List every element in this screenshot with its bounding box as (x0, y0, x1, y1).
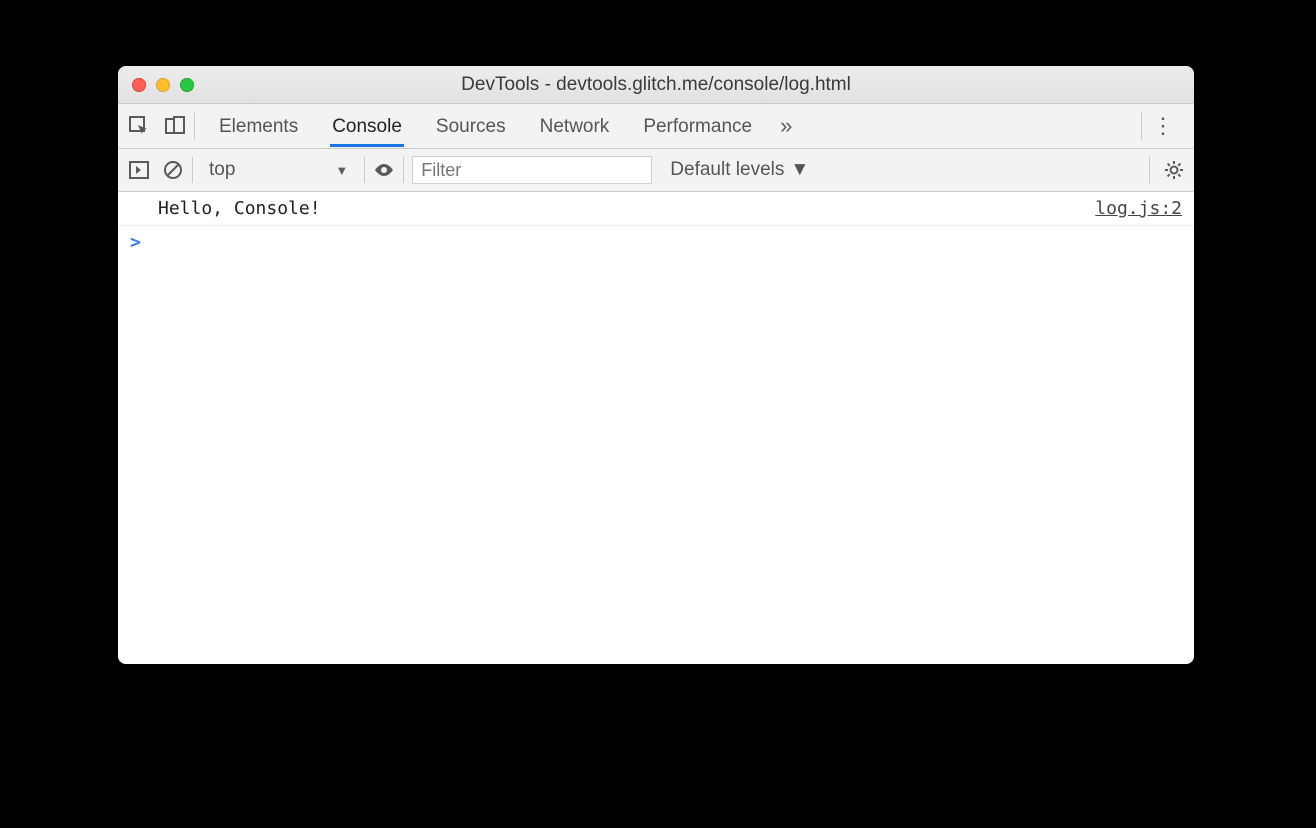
console-output: Hello, Console! log.js:2 > (118, 192, 1194, 664)
more-tabs-icon[interactable]: » (780, 113, 792, 139)
log-message: Hello, Console! (158, 198, 321, 219)
console-settings-icon[interactable] (1149, 157, 1184, 183)
tab-console[interactable]: Console (330, 106, 404, 147)
tab-network[interactable]: Network (538, 106, 612, 147)
titlebar: DevTools - devtools.glitch.me/console/lo… (118, 66, 1194, 104)
devtools-window: DevTools - devtools.glitch.me/console/lo… (118, 66, 1194, 664)
context-label: top (209, 159, 235, 181)
window-title: DevTools - devtools.glitch.me/console/lo… (118, 74, 1194, 96)
log-levels-label: Default levels (670, 159, 784, 181)
clear-console-icon[interactable] (162, 159, 184, 181)
log-source-link[interactable]: log.js:2 (1095, 198, 1182, 219)
filter-input[interactable] (412, 156, 652, 184)
tab-sources[interactable]: Sources (434, 106, 508, 147)
devtools-tabbar: Elements Console Sources Network Perform… (118, 104, 1194, 149)
close-window-button[interactable] (132, 78, 146, 92)
live-expression-icon[interactable] (373, 159, 395, 181)
console-toolbar: top ▼ Default levels ▼ (118, 149, 1194, 192)
log-row: Hello, Console! log.js:2 (118, 192, 1194, 226)
traffic-lights (118, 78, 194, 92)
inspect-element-icon[interactable] (128, 115, 150, 137)
panel-tabs: Elements Console Sources Network Perform… (217, 106, 754, 147)
chevron-down-icon: ▼ (335, 163, 348, 178)
zoom-window-button[interactable] (180, 78, 194, 92)
chevron-down-icon: ▼ (790, 159, 809, 181)
tab-performance[interactable]: Performance (641, 106, 754, 147)
tab-elements[interactable]: Elements (217, 106, 300, 147)
minimize-window-button[interactable] (156, 78, 170, 92)
context-selector[interactable]: top ▼ (201, 159, 356, 181)
settings-menu-icon[interactable]: ⋮ (1141, 112, 1184, 140)
log-levels-selector[interactable]: Default levels ▼ (670, 159, 809, 181)
toggle-sidebar-icon[interactable] (128, 159, 150, 181)
console-prompt[interactable]: > (118, 226, 1194, 259)
device-toolbar-icon[interactable] (164, 115, 186, 137)
